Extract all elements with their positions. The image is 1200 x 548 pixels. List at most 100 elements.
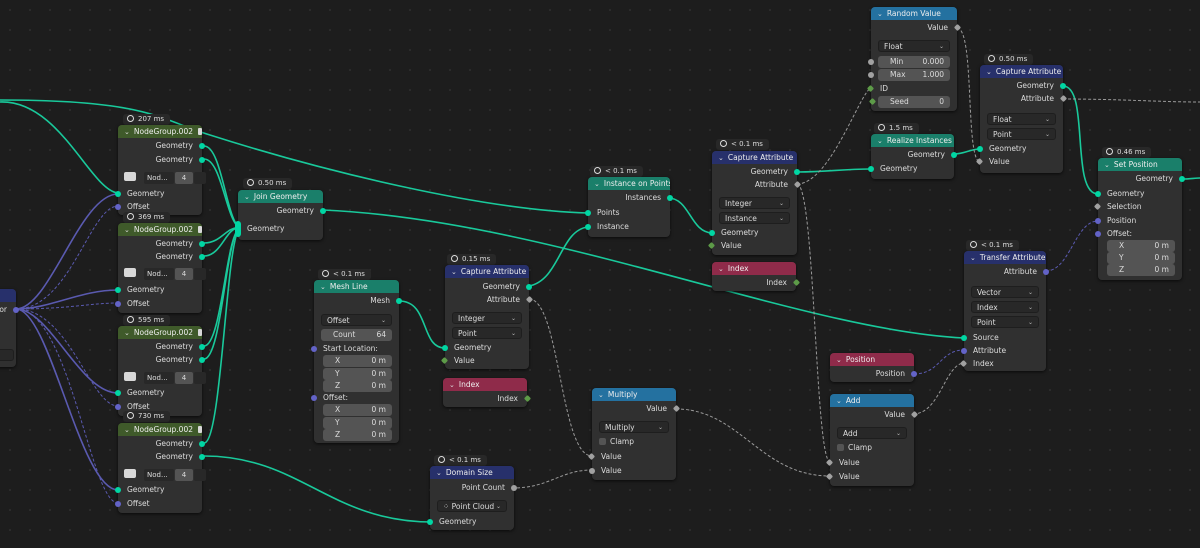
checkbox-icon[interactable]: [599, 438, 606, 445]
geometry-socket[interactable]: [709, 230, 715, 236]
vector-socket[interactable]: [911, 371, 917, 377]
node-group-4[interactable]: ⌄ NodeGroup.002 Geometry Geometry Nod... 4…: [115, 423, 206, 513]
vector-socket[interactable]: [961, 348, 967, 354]
domain-dropdown[interactable]: Instance ⌄: [719, 212, 790, 224]
vector-socket[interactable]: [1095, 218, 1101, 224]
geometry-socket[interactable]: [1095, 191, 1101, 197]
geometry-socket[interactable]: [199, 241, 205, 247]
field-socket[interactable]: [587, 452, 596, 461]
vector-socket[interactable]: [13, 307, 19, 313]
clamp-checkbox[interactable]: Clamp: [590, 436, 676, 448]
offset-x-field[interactable]: X0 m: [323, 404, 392, 416]
clamp-checkbox[interactable]: Clamp: [828, 442, 914, 454]
node-header[interactable]: ⌄ Capture Attribute: [980, 65, 1063, 78]
vector-socket[interactable]: [115, 404, 121, 410]
geometry-socket[interactable]: [199, 254, 205, 260]
node-header[interactable]: ⌄ Add: [830, 394, 914, 407]
vector-socket[interactable]: [1095, 231, 1101, 237]
geometry-socket[interactable]: [115, 191, 121, 197]
domain-dropdown[interactable]: Point ⌄: [452, 327, 522, 339]
field-socket[interactable]: [825, 458, 834, 467]
float-socket[interactable]: [511, 485, 517, 491]
group-selector[interactable]: Nod... 4: [124, 469, 206, 482]
geometry-socket[interactable]: [442, 345, 448, 351]
start-z-field[interactable]: Z0 m: [323, 380, 392, 392]
multi-input-socket[interactable]: [235, 221, 241, 237]
vector-socket[interactable]: [115, 204, 121, 210]
fake-user-icon[interactable]: [194, 172, 206, 184]
geometry-socket[interactable]: [1179, 176, 1185, 182]
node-header[interactable]: ⌄ Multiply: [592, 388, 676, 401]
type-dropdown[interactable]: Integer ⌄: [452, 312, 522, 324]
geometry-socket[interactable]: [115, 287, 121, 293]
geometry-socket[interactable]: [585, 210, 591, 216]
field-socket[interactable]: [793, 180, 802, 189]
node-header[interactable]: ⌄ NodeGroup.002: [118, 223, 202, 236]
collapse-icon[interactable]: ⌄: [244, 193, 250, 201]
geometry-socket[interactable]: [961, 335, 967, 341]
collapse-icon[interactable]: ⌄: [718, 154, 724, 162]
multiply-node[interactable]: ⌄ Multiply Value Multiply ⌄ Clamp Value Va…: [587, 388, 681, 480]
type-dropdown[interactable]: Float ⌄: [987, 113, 1056, 125]
field-socket[interactable]: [1059, 94, 1068, 103]
geometry-socket[interactable]: [199, 441, 205, 447]
int-socket[interactable]: [792, 278, 801, 287]
node-header[interactable]: ⌄ Mesh Line: [314, 280, 399, 293]
geometry-socket[interactable]: [868, 166, 874, 172]
node-group-1[interactable]: ⌄ NodeGroup.002 Geometry Geometry Nod... 4…: [115, 125, 206, 215]
field-socket[interactable]: [825, 472, 834, 481]
collapse-icon[interactable]: ⌄: [124, 426, 130, 434]
operation-dropdown[interactable]: Add ⌄: [837, 427, 907, 439]
group-name[interactable]: Nod...: [144, 172, 174, 184]
field-socket[interactable]: [1093, 202, 1102, 211]
collapse-icon[interactable]: ⌄: [598, 391, 604, 399]
node-header[interactable]: ⌄ Position: [830, 353, 914, 366]
offset-z-field[interactable]: Z0 m: [323, 429, 392, 441]
collapse-icon[interactable]: ⌄: [970, 254, 976, 262]
group-name[interactable]: Nod...: [144, 372, 174, 384]
collapse-icon[interactable]: ⌄: [986, 68, 992, 76]
collapse-icon[interactable]: ⌄: [877, 10, 883, 18]
realize-instances-node[interactable]: ⌄ Realize Instances Geometry Geometry: [868, 134, 957, 179]
collapse-icon[interactable]: ⌄: [451, 268, 457, 276]
geometry-socket[interactable]: [199, 454, 205, 460]
collapse-icon[interactable]: ⌄: [877, 137, 883, 145]
domain-dropdown[interactable]: Point ⌄: [987, 128, 1056, 140]
node-header[interactable]: ⌄ Capture Attribute: [712, 151, 797, 164]
max-field[interactable]: Max 1.000: [868, 69, 950, 81]
field-socket[interactable]: [910, 410, 919, 419]
min-field[interactable]: Min 0.000: [868, 56, 950, 68]
dropdown[interactable]: [0, 349, 14, 361]
collapse-icon[interactable]: ⌄: [124, 329, 130, 337]
field-socket[interactable]: [959, 359, 968, 368]
vector-socket[interactable]: [115, 501, 121, 507]
seed-field[interactable]: Seed 0: [868, 96, 950, 108]
group-name[interactable]: Nod...: [144, 268, 174, 280]
node-header[interactable]: ⌄ NodeGroup.002: [118, 423, 202, 436]
node-header[interactable]: ⌄ Realize Instances: [871, 134, 954, 147]
collapse-icon[interactable]: ⌄: [320, 283, 326, 291]
geometry-socket[interactable]: [951, 152, 957, 158]
collapse-icon[interactable]: ⌄: [836, 356, 842, 364]
node-header[interactable]: ⌄ Domain Size: [430, 466, 514, 479]
add-node[interactable]: ⌄ Add Value Add ⌄ Clamp Value Value: [825, 394, 919, 486]
float-socket[interactable]: [868, 59, 874, 65]
float-socket[interactable]: [589, 468, 595, 474]
offset-y-field[interactable]: Y0 m: [1107, 252, 1175, 264]
group-selector[interactable]: Nod... 4: [124, 372, 206, 385]
geometry-socket[interactable]: [396, 298, 402, 304]
geometry-socket[interactable]: [199, 143, 205, 149]
int-socket[interactable]: [868, 97, 877, 106]
collapse-icon[interactable]: ⌄: [124, 226, 130, 234]
offset-y-field[interactable]: Y0 m: [323, 417, 392, 429]
collapse-icon[interactable]: ⌄: [594, 180, 600, 188]
geometry-socket[interactable]: [199, 357, 205, 363]
node-header[interactable]: ⌄ Random Value: [871, 7, 957, 20]
geometry-socket[interactable]: [1060, 83, 1066, 89]
offset-x-field[interactable]: X0 m: [1107, 240, 1175, 252]
fake-user-icon[interactable]: [194, 372, 206, 384]
capture-attribute-node-mid[interactable]: ⌄ Capture Attribute Geometry Attribute In…: [707, 151, 802, 255]
node-header[interactable]: ⌄ NodeGroup.002: [118, 326, 202, 339]
operation-dropdown[interactable]: Multiply ⌄: [599, 421, 669, 433]
node-header[interactable]: ⌄ Instance on Points: [588, 177, 670, 190]
